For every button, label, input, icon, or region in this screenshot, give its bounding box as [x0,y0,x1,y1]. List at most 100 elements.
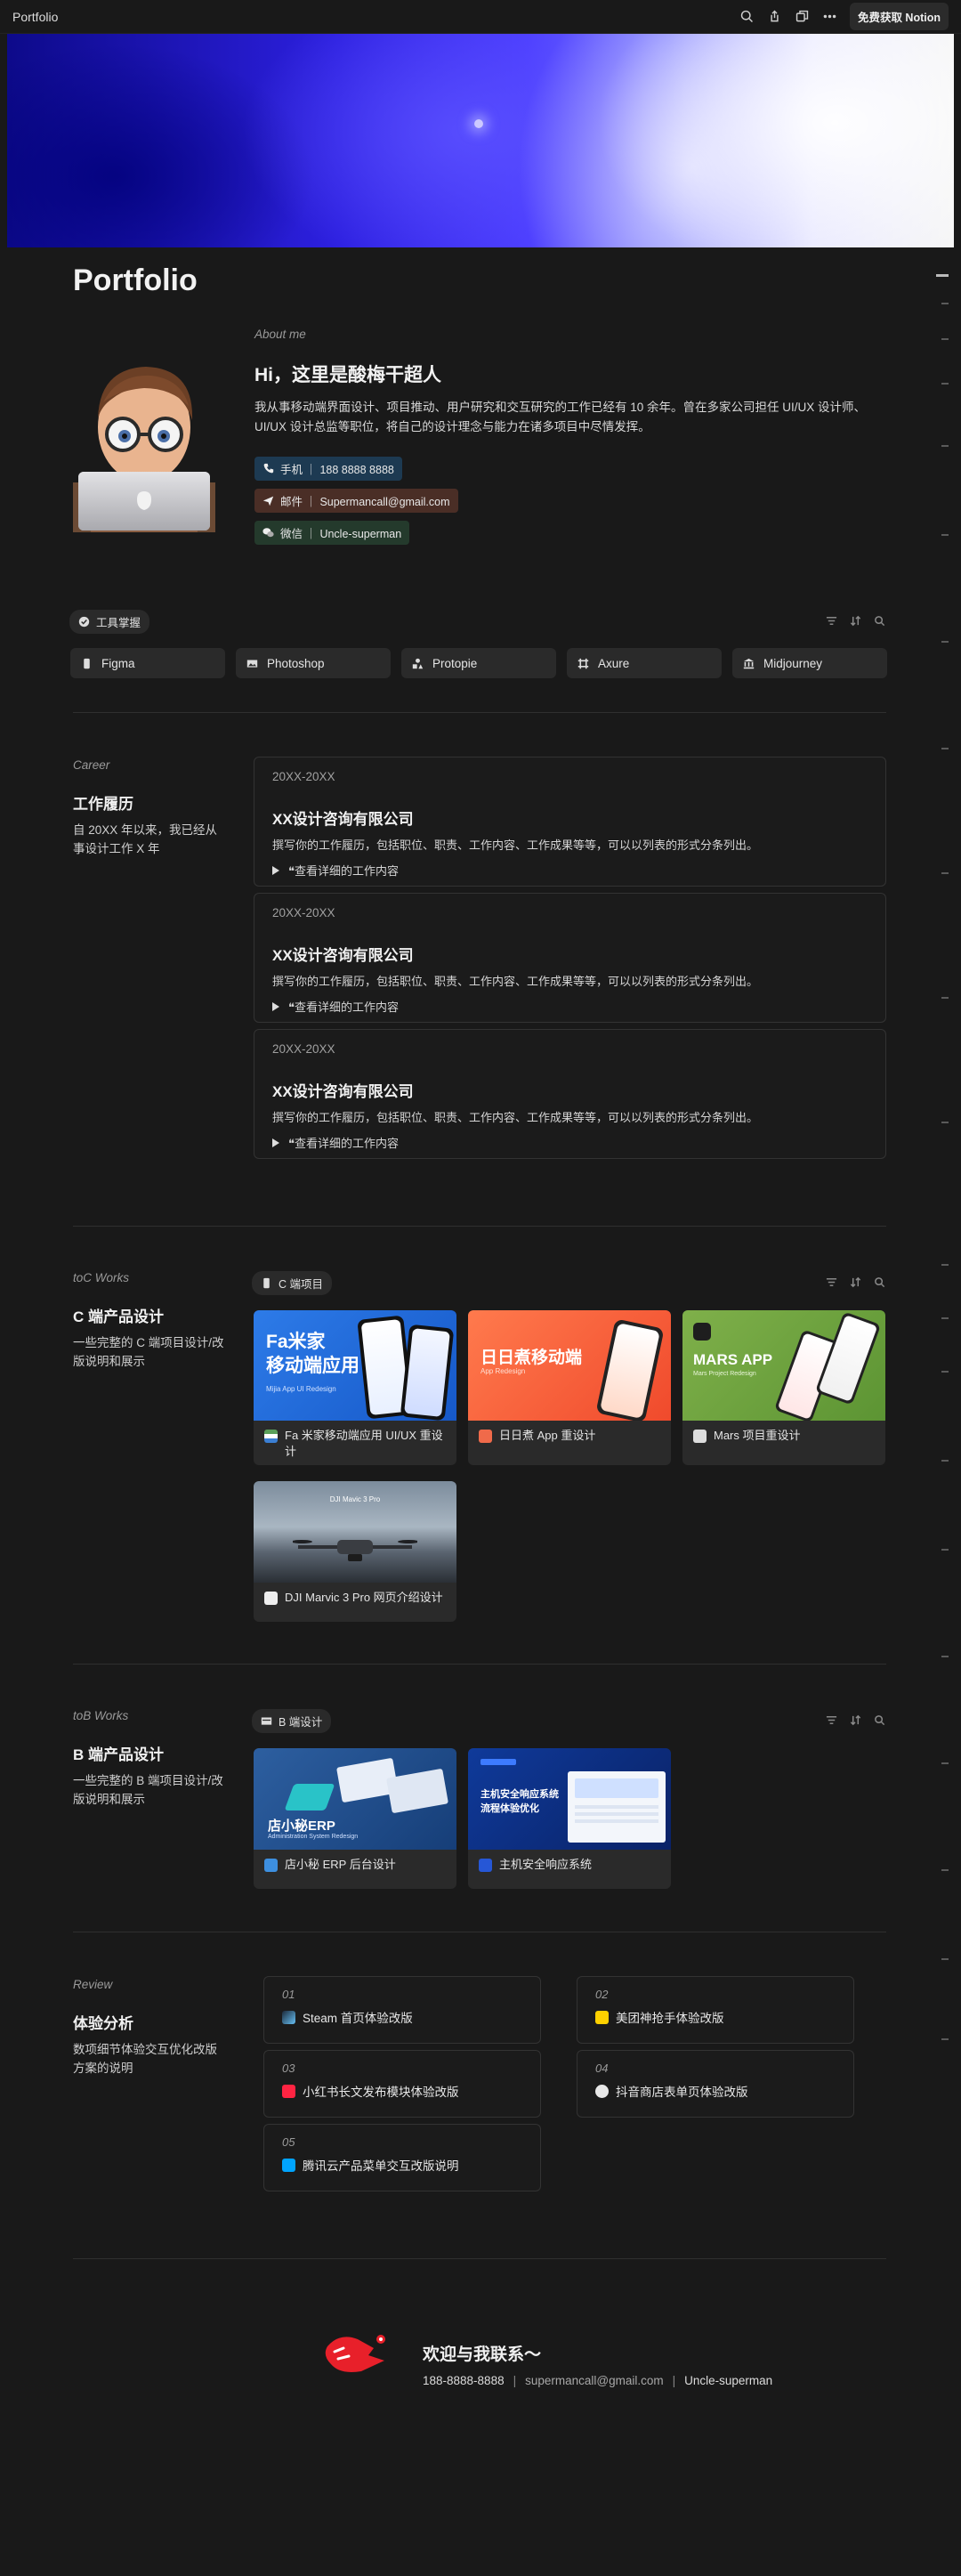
review-number: 01 [282,1988,295,2001]
filter-icon[interactable] [826,1714,837,1730]
drone-illustration [293,1540,417,1561]
card-cover-title: DJI Mavic 3 Pro [329,1495,381,1503]
tool-card-photoshop[interactable]: Photoshop [236,648,391,678]
card-cover-subtitle: Mijia App UI Redesign [266,1385,336,1393]
gallery-card-host-security[interactable]: 主机安全响应系统 流程体验优化 主机安全响应系统 [468,1748,671,1889]
contact-phone-label: 手机 ｜ 188 8888 8888 [280,464,394,476]
job-toggle[interactable]: ❝查看详细的工作内容 [272,862,868,879]
triangle-right-icon [272,1001,279,1011]
job-desc: 撰写你的工作履历，包括职位、职责、工作内容、工作成果等等，可以以列表的形式分条列… [272,838,759,852]
logo-icon [480,1759,516,1765]
cover-image [7,34,954,247]
job-card: 20XX-20XX XX设计咨询有限公司 撰写你的工作履历，包括职位、职责、工作… [254,893,886,1023]
steam-icon [282,2010,295,2024]
footer-email-link[interactable]: supermancall@gmail.com [525,2374,664,2387]
card-caption-text: Fa 米家移动端应用 UI/UX 重设计 [285,1429,443,1458]
job-years: 20XX-20XX [272,1042,335,1056]
card-caption-text: Mars 项目重设计 [714,1429,801,1442]
tool-card-midjourney[interactable]: Midjourney [732,648,887,678]
dashboard-mockup [568,1771,666,1843]
contact-tags: 手机 ｜ 188 8888 8888 邮件 ｜ Supermancall@gma… [254,457,886,553]
search-icon[interactable] [874,615,885,631]
card-cover-title: Fa米家 移动端应用 [266,1332,359,1376]
review-side: Review 体验分析 数项细节体验交互优化改版方案的说明 [73,1978,224,2078]
more-icon[interactable] [822,9,837,24]
review-number: 04 [595,2062,609,2075]
tob-title: B 端产品设计 [73,1746,164,1763]
job-desc: 撰写你的工作履历，包括职位、职责、工作内容、工作成果等等，可以以列表的形式分条列… [272,1111,759,1124]
filter-icon[interactable] [826,615,837,631]
toc-pill[interactable]: C 端项目 [252,1271,333,1295]
footer-title: 欢迎与我联系～ [423,2345,542,2364]
tob-pill[interactable]: B 端设计 [252,1709,332,1733]
review-number: 02 [595,1988,609,2001]
filter-icon[interactable] [826,1276,837,1292]
tool-card-axure[interactable]: Axure [567,648,722,678]
dji-logo-icon [264,1592,278,1605]
card-caption-text: 主机安全响应系统 [499,1858,593,1871]
shapes-icon [412,658,424,668]
review-card[interactable]: 03 小红书长文发布模块体验改版 [263,2050,541,2118]
search-icon[interactable] [874,1276,885,1292]
job-toggle-label: ❝查看详细的工作内容 [288,1000,399,1014]
toc-title: C 端产品设计 [73,1308,164,1325]
card-cover-title: 日日煮移动端 [480,1349,583,1367]
gallery-card-mijia[interactable]: Fa米家 移动端应用 Mijia App UI Redesign Fa 米家移动… [254,1310,456,1465]
job-desc: 撰写你的工作履历，包括职位、职责、工作内容、工作成果等等，可以以列表的形式分条列… [272,975,759,988]
tob-view-controls [826,1714,885,1730]
phone-device-icon [263,1277,270,1289]
review-title-text: 小红书长文发布模块体验改版 [303,2086,459,2099]
card-caption: DJI Marvic 3 Pro 网页介绍设计 [254,1583,456,1613]
top-bar: Portfolio 免费获取 Notion [0,0,961,34]
card-caption-text: 店小秘 ERP 后台设计 [285,1858,396,1871]
share-icon[interactable] [767,9,782,24]
tob-side: toB Works B 端产品设计 一些完整的 B 端项目设计/改版说明和展示 [73,1709,224,1809]
footer-separator: | [672,2374,676,2387]
tencent-cloud-icon [282,2158,295,2172]
search-icon[interactable] [739,9,755,24]
footer-contact-line: 188-8888-8888 | supermancall@gmail.com |… [423,2374,772,2387]
contact-wechat-tag[interactable]: 微信 ｜ Uncle-superman [254,521,410,545]
page-outline-scrollbar[interactable] [931,267,949,2083]
sort-icon[interactable] [850,1714,861,1730]
card-cover-image: DJI Mavic 3 Pro [254,1481,456,1583]
card-caption-text: DJI Marvic 3 Pro 网页介绍设计 [285,1591,443,1604]
tool-card-figma[interactable]: Figma [70,648,225,678]
gallery-card-dianxiaomi[interactable]: 店小秘ERP Administration System Redesign 店小… [254,1748,456,1889]
job-toggle[interactable]: ❝查看详细的工作内容 [272,1134,868,1151]
tool-card-protopie[interactable]: Protopie [401,648,556,678]
card-cover-subtitle: Mars Project Redesign [693,1371,756,1377]
job-toggle[interactable]: ❝查看详细的工作内容 [272,998,868,1015]
job-years: 20XX-20XX [272,770,335,783]
tob-pill-label: B 端设计 [279,1716,323,1729]
review-card[interactable]: 02 美团神抢手体验改版 [577,1976,854,2044]
tob-desc: 一些完整的 B 端项目设计/改版说明和展示 [73,1774,223,1806]
meituan-icon [595,2010,609,2024]
bio-text: 我从事移动端界面设计、项目推动、用户研究和交互研究的工作已经有 10 余年。曾在… [254,401,867,433]
contact-phone-tag[interactable]: 手机 ｜ 188 8888 8888 [254,457,402,481]
search-icon[interactable] [874,1714,885,1730]
get-notion-button[interactable]: 免费获取 Notion [849,3,949,30]
triangle-right-icon [272,865,279,875]
gallery-card-ririzhu[interactable]: 日日煮移动端 App Redesign 日日煮 App 重设计 [468,1310,671,1465]
sort-icon[interactable] [850,1276,861,1292]
duplicate-icon[interactable] [795,9,810,24]
gallery-card-mars[interactable]: MARS APP Mars Project Redesign Mars 项目重设… [682,1310,885,1465]
page-breadcrumb[interactable]: Portfolio [12,10,58,24]
review-card[interactable]: 04 抖音商店表单页体验改版 [577,2050,854,2118]
card-cover-title: 主机安全响应系统 流程体验优化 [480,1789,559,1814]
tools-pill[interactable]: 工具掌握 [69,610,150,634]
contact-wechat-label: 微信 ｜ Uncle-superman [280,528,402,540]
section-divider [73,2258,886,2259]
card-cover-image: 店小秘ERP Administration System Redesign [254,1748,456,1850]
sort-icon[interactable] [850,615,861,631]
review-card[interactable]: 01 Steam 首页体验改版 [263,1976,541,2044]
gallery-card-dji[interactable]: DJI Mavic 3 Pro DJI Marvic 3 Pro 网页介绍设计 [254,1481,456,1622]
footer-separator: | [513,2374,517,2387]
career-title: 工作履历 [73,796,133,813]
section-divider [73,1664,886,1665]
review-card[interactable]: 05 腾讯云产品菜单交互改版说明 [263,2124,541,2191]
card-cover-image: MARS APP Mars Project Redesign [682,1310,885,1421]
bank-icon [743,658,755,668]
contact-email-tag[interactable]: 邮件 ｜ Supermancall@gmail.com [254,489,458,513]
